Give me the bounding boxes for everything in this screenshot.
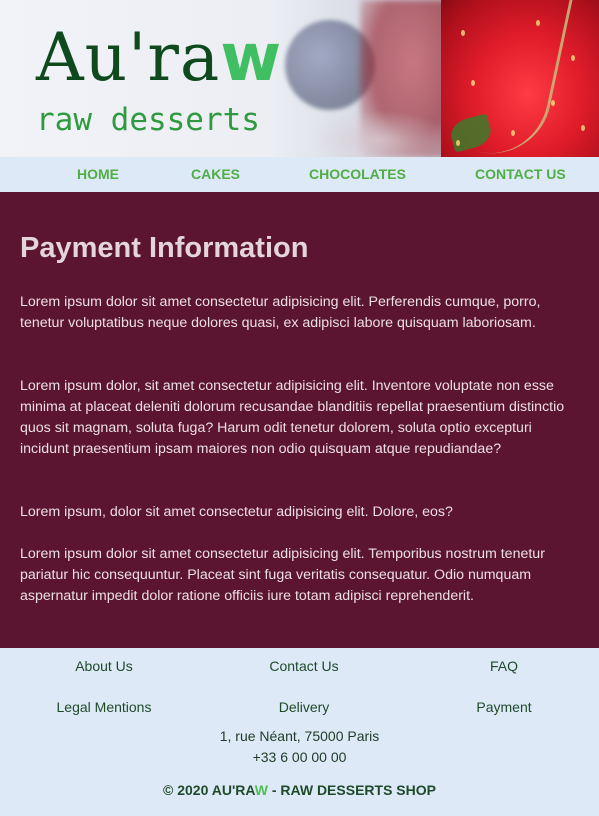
- logo-main-text: Au'ra: [36, 19, 221, 96]
- site-footer: About Us Contact Us FAQ Legal Mentions D…: [0, 648, 599, 816]
- main-content: Payment Information Lorem ipsum dolor si…: [0, 192, 599, 648]
- nav-chocolates[interactable]: CHOCOLATES: [309, 166, 406, 182]
- footer-link-faq[interactable]: FAQ: [474, 658, 534, 674]
- strawberry-stem: [478, 0, 574, 157]
- footer-link-delivery[interactable]: Delivery: [254, 699, 354, 715]
- nav-home[interactable]: HOME: [77, 166, 119, 182]
- footer-link-about-us[interactable]: About Us: [54, 658, 154, 674]
- copyright-prefix: © 2020 AU'RA: [163, 782, 255, 798]
- copyright-suffix: - RAW DESSERTS SHOP: [267, 782, 436, 798]
- footer-link-contact-us[interactable]: Contact Us: [249, 658, 359, 674]
- site-header: Au'raw raw desserts: [0, 0, 599, 157]
- footer-address: 1, rue Néant, 75000 Paris: [219, 728, 380, 744]
- page-title: Payment Information: [20, 232, 309, 264]
- nav-contact-us[interactable]: CONTACT US: [475, 166, 566, 182]
- site-logo[interactable]: Au'raw: [36, 18, 282, 98]
- nav-cakes[interactable]: CAKES: [191, 166, 240, 182]
- footer-copyright: © 2020 AU'RAW - RAW DESSERTS SHOP: [0, 782, 599, 798]
- main-navigation: HOME CAKES CHOCOLATES CONTACT US: [0, 157, 599, 192]
- logo-accent-letter: w: [220, 19, 283, 96]
- paragraph-3: Lorem ipsum, dolor sit amet consectetur …: [20, 504, 453, 520]
- paragraph-2: Lorem ipsum dolor, sit amet consectetur …: [20, 378, 565, 457]
- site-tagline: raw desserts: [36, 102, 260, 138]
- paragraph-1: Lorem ipsum dolor sit amet consectetur a…: [20, 294, 541, 331]
- paragraph-4: Lorem ipsum dolor sit amet consectetur a…: [20, 546, 545, 604]
- header-background-cream: [310, 110, 450, 157]
- strawberry-image: [441, 0, 599, 157]
- footer-link-legal-mentions[interactable]: Legal Mentions: [44, 699, 164, 715]
- footer-phone: +33 6 00 00 00: [252, 749, 347, 765]
- copyright-accent-letter: W: [254, 782, 268, 798]
- footer-link-payment[interactable]: Payment: [459, 699, 549, 715]
